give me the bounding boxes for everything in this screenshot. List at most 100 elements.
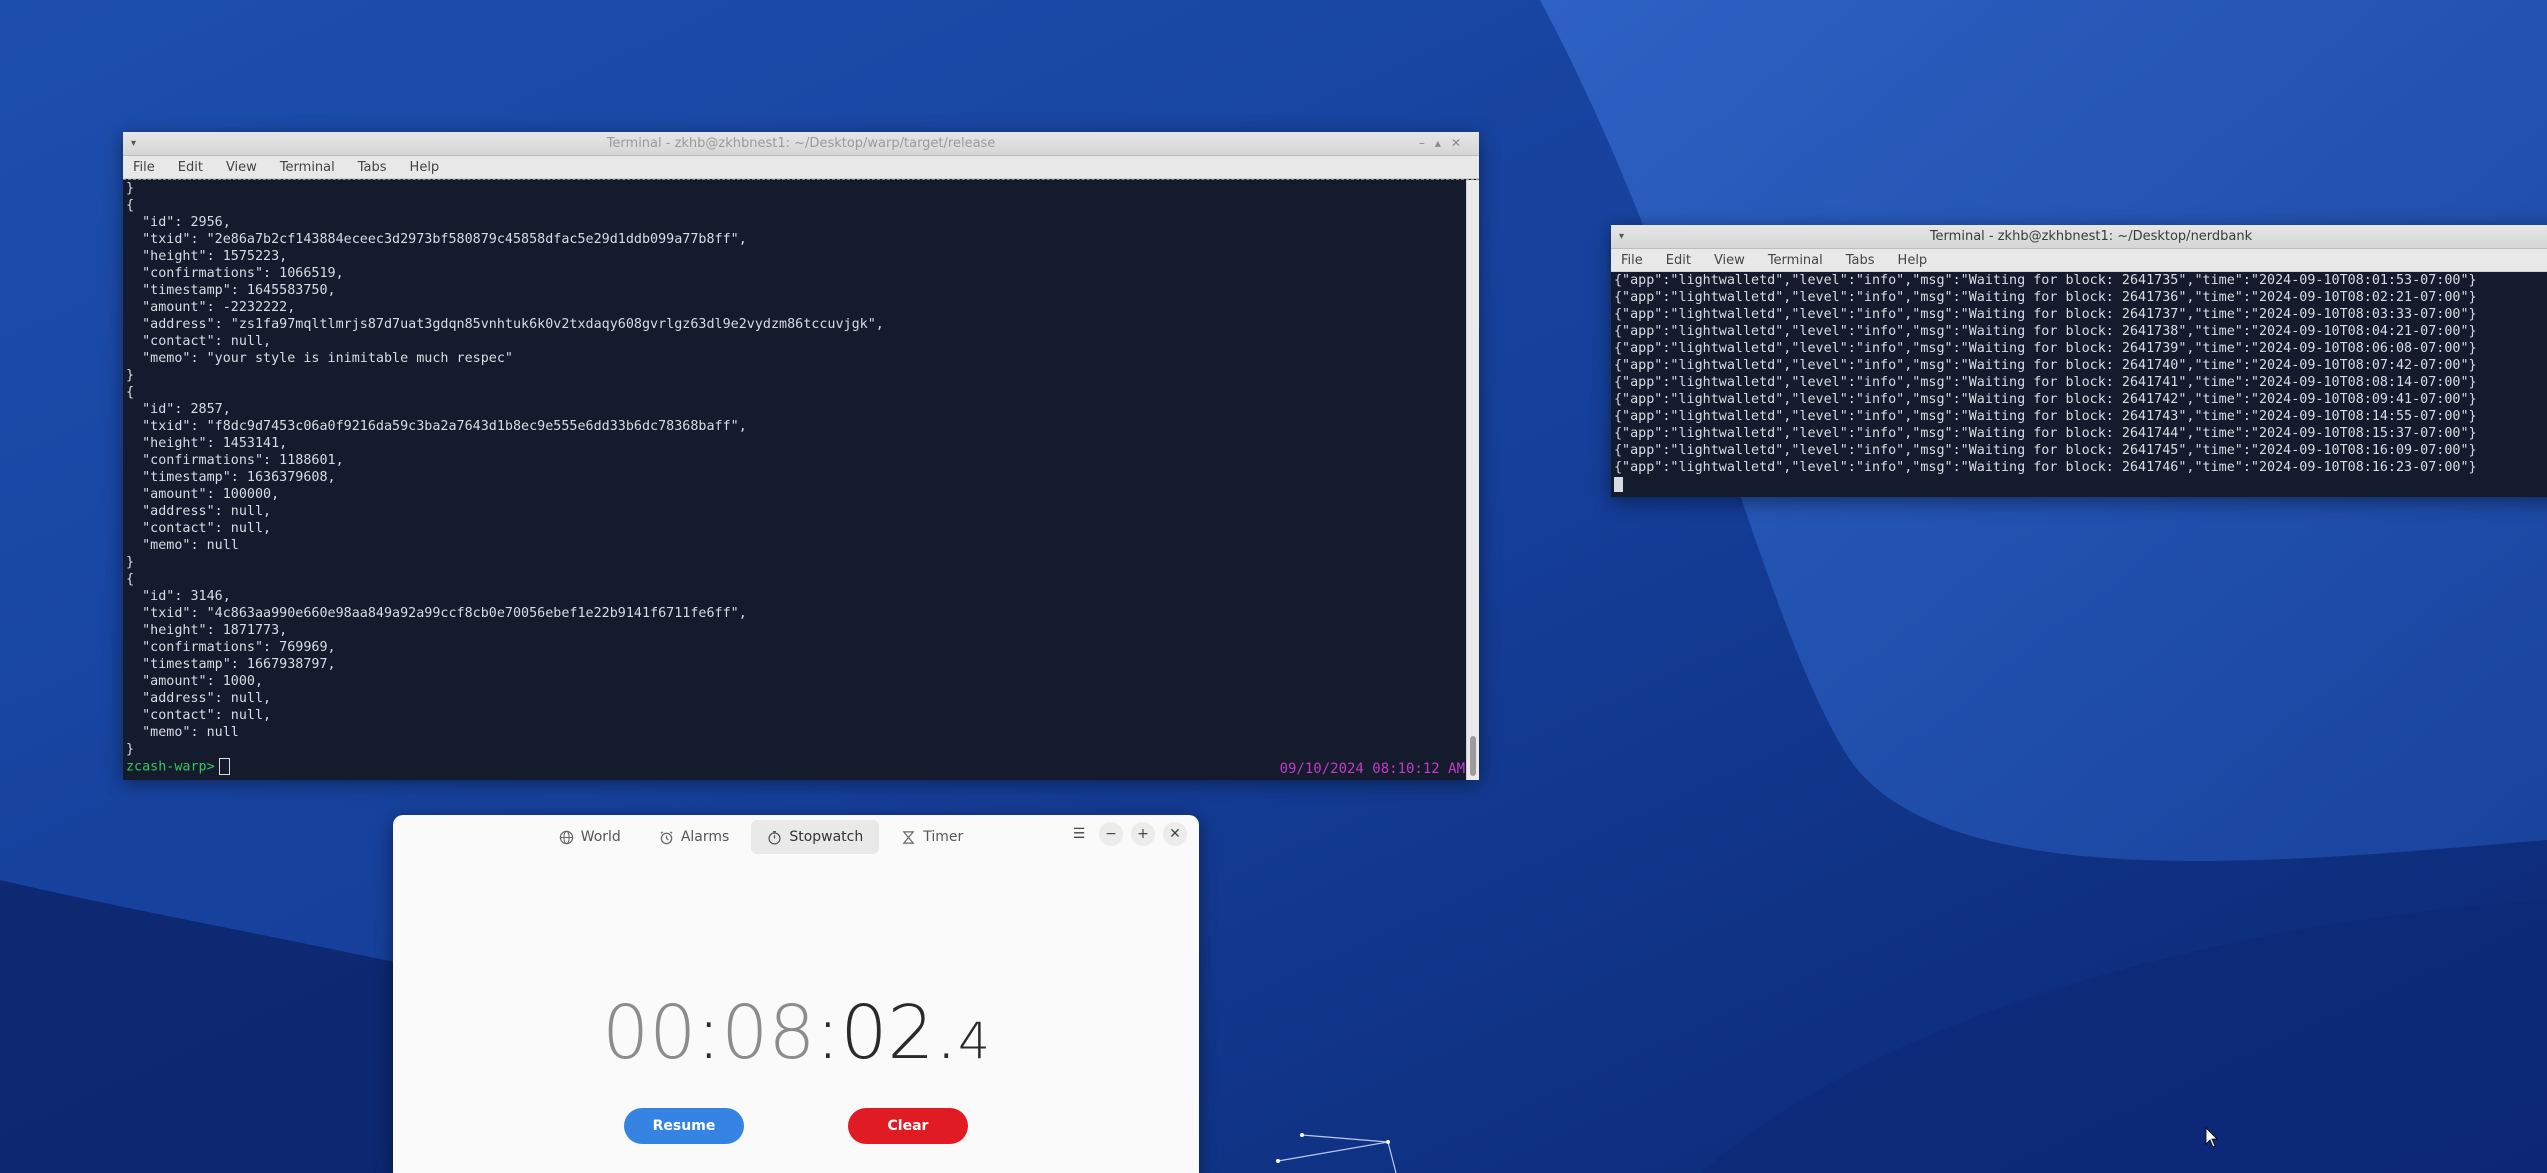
- menu-help[interactable]: Help: [410, 160, 440, 175]
- minimize-button[interactable]: −: [1099, 822, 1123, 846]
- log-line: {"app":"lightwalletd","level":"info","ms…: [1614, 460, 2477, 475]
- stopwatch-minutes: 08: [721, 990, 816, 1076]
- menu-terminal[interactable]: Terminal: [1768, 253, 1823, 268]
- terminal-output-line: "amount": 1000,: [126, 674, 264, 689]
- terminal-output-line: "txid": "4c863aa990e660e98aa849a92a99ccf…: [126, 606, 747, 621]
- tab-timer-label: Timer: [923, 829, 964, 845]
- menu-tabs[interactable]: Tabs: [1846, 253, 1875, 268]
- terminal-output-line: "id": 3146,: [126, 589, 231, 604]
- terminal-output-line: "address": null,: [126, 691, 272, 706]
- terminal-output-line: "id": 2857,: [126, 402, 231, 417]
- window-controls[interactable]: –▴✕: [1419, 132, 1471, 155]
- clocks-headerbar[interactable]: World Alarms Stopwatch Timer ☰ − + ✕: [393, 815, 1199, 859]
- terminal-title-bar[interactable]: ▾ Terminal - zkhb@zkhbnest1: ~/Desktop/w…: [123, 132, 1479, 156]
- terminal-output-line: }: [126, 742, 135, 757]
- tab-stopwatch[interactable]: Stopwatch: [751, 820, 880, 854]
- window-controls: ☰ − + ✕: [1067, 822, 1187, 846]
- terminal2-output[interactable]: {"app":"lightwalletd","level":"info","ms…: [1611, 272, 2547, 497]
- tab-stopwatch-label: Stopwatch: [789, 829, 864, 845]
- terminal-output-line: "height": 1575223,: [126, 249, 288, 264]
- menu-terminal[interactable]: Terminal: [280, 160, 335, 175]
- stopwatch-hours: 00: [602, 990, 697, 1076]
- terminal-output-line: "memo": null: [126, 538, 239, 553]
- terminal-output-line: "txid": "2e86a7b2cf143884eceec3d2973bf58…: [126, 232, 747, 247]
- text-cursor: [1614, 476, 1623, 492]
- terminal-output-line: "amount": -2232222,: [126, 300, 296, 315]
- text-cursor: [218, 758, 230, 775]
- terminal-output-line: {: [126, 198, 135, 213]
- log-line: {"app":"lightwalletd","level":"info","ms…: [1614, 324, 2477, 339]
- terminal-output-line: "height": 1453141,: [126, 436, 288, 451]
- menu-edit[interactable]: Edit: [1666, 253, 1691, 268]
- terminal-title: Terminal - zkhb@zkhbnest1: ~/Desktop/war…: [606, 136, 996, 151]
- terminal-menubar: File Edit View Terminal Tabs Help: [123, 156, 1479, 179]
- globe-icon: [559, 830, 573, 844]
- terminal-output-line: {: [126, 385, 135, 400]
- close-icon: ✕: [1169, 826, 1181, 842]
- main-menu-button[interactable]: ☰: [1067, 822, 1091, 846]
- resume-button[interactable]: Resume: [624, 1108, 744, 1144]
- terminal-output-line: "memo": null: [126, 725, 239, 740]
- terminal-output[interactable]: } { "id": 2956, "txid": "2e86a7b2cf143884…: [123, 179, 1479, 780]
- terminal-window-nerdbank[interactable]: ▾ Terminal - zkhb@zkhbnest1: ~/Desktop/n…: [1611, 225, 2547, 497]
- stopwatch-seconds: 02: [840, 990, 935, 1076]
- menu-edit[interactable]: Edit: [178, 160, 203, 175]
- log-line: {"app":"lightwalletd","level":"info","ms…: [1614, 392, 2477, 407]
- menu-tabs[interactable]: Tabs: [358, 160, 387, 175]
- close-button[interactable]: ✕: [1163, 822, 1187, 846]
- terminal-output-line: "contact": null,: [126, 334, 272, 349]
- terminal-output-line: "timestamp": 1645583750,: [126, 283, 336, 298]
- terminal-output-line: }: [126, 181, 135, 196]
- terminal-output-line: "contact": null,: [126, 708, 272, 723]
- log-line: {"app":"lightwalletd","level":"info","ms…: [1614, 409, 2477, 424]
- window-menu-icon[interactable]: ▾: [131, 132, 136, 155]
- terminal-output-line: "id": 2956,: [126, 215, 231, 230]
- menu-help[interactable]: Help: [1898, 253, 1928, 268]
- terminal-output-line: "memo": "your style is inimitable much r…: [126, 351, 513, 366]
- prompt-timestamp: 09/10/2024 08:10:12 AM: [1279, 761, 1465, 777]
- log-line: {"app":"lightwalletd","level":"info","ms…: [1614, 307, 2477, 322]
- tab-alarms[interactable]: Alarms: [643, 820, 746, 854]
- log-line: {"app":"lightwalletd","level":"info","ms…: [1614, 375, 2477, 390]
- terminal-scrollbar[interactable]: [1466, 180, 1479, 780]
- terminal2-title-bar[interactable]: ▾ Terminal - zkhb@zkhbnest1: ~/Desktop/n…: [1611, 225, 2547, 249]
- tab-world[interactable]: World: [543, 820, 637, 854]
- terminal-output-line: "height": 1871773,: [126, 623, 288, 638]
- hourglass-icon: [902, 830, 915, 844]
- menu-file[interactable]: File: [1621, 253, 1643, 268]
- alarm-clock-icon: [660, 830, 673, 844]
- window-menu-icon[interactable]: ▾: [1619, 225, 1624, 248]
- stopwatch-icon: [768, 830, 781, 844]
- tab-timer[interactable]: Timer: [885, 820, 979, 854]
- stopwatch-time-display: 00:08:02.4: [602, 990, 990, 1076]
- maximize-button[interactable]: +: [1131, 822, 1155, 846]
- terminal-window-release[interactable]: ▾ Terminal - zkhb@zkhbnest1: ~/Desktop/w…: [123, 132, 1479, 780]
- terminal2-menubar: File Edit View Terminal Tabs Help: [1611, 249, 2547, 272]
- log-line: {"app":"lightwalletd","level":"info","ms…: [1614, 290, 2477, 305]
- log-line: {"app":"lightwalletd","level":"info","ms…: [1614, 443, 2477, 458]
- clear-button[interactable]: Clear: [848, 1108, 968, 1144]
- menu-file[interactable]: File: [133, 160, 155, 175]
- terminal-output-line: }: [126, 555, 135, 570]
- terminal-output-line: "address": null,: [126, 504, 272, 519]
- terminal2-title: Terminal - zkhb@zkhbnest1: ~/Desktop/ner…: [1929, 229, 2253, 244]
- log-line: {"app":"lightwalletd","level":"info","ms…: [1614, 358, 2477, 373]
- terminal-output-line: "confirmations": 1188601,: [126, 453, 344, 468]
- tab-alarms-label: Alarms: [680, 829, 730, 845]
- menu-view[interactable]: View: [226, 160, 257, 175]
- terminal-output-line: "address": "zs1fa97mqltlmrjs87d7uat3gdqn…: [126, 317, 884, 332]
- log-line: {"app":"lightwalletd","level":"info","ms…: [1614, 426, 2477, 441]
- scrollbar-thumb[interactable]: [1470, 736, 1476, 776]
- minus-icon: −: [1105, 826, 1117, 842]
- log-line: {"app":"lightwalletd","level":"info","ms…: [1614, 273, 2477, 288]
- terminal-output-line: "amount": 100000,: [126, 487, 280, 502]
- terminal-output-line: "timestamp": 1667938797,: [126, 657, 336, 672]
- menu-view[interactable]: View: [1714, 253, 1745, 268]
- terminal-output-line: "contact": null,: [126, 521, 272, 536]
- hamburger-icon: ☰: [1072, 826, 1086, 842]
- terminal-output-line: "txid": "f8dc9d7453c06a0f9216da59c3ba2a7…: [126, 419, 747, 434]
- log-line: {"app":"lightwalletd","level":"info","ms…: [1614, 341, 2477, 356]
- clocks-app-window[interactable]: World Alarms Stopwatch Timer ☰ − + ✕ 00:…: [393, 815, 1199, 1173]
- stopwatch-tenths: 4: [958, 1012, 990, 1070]
- clocks-view-switcher: World Alarms Stopwatch Timer: [543, 820, 980, 854]
